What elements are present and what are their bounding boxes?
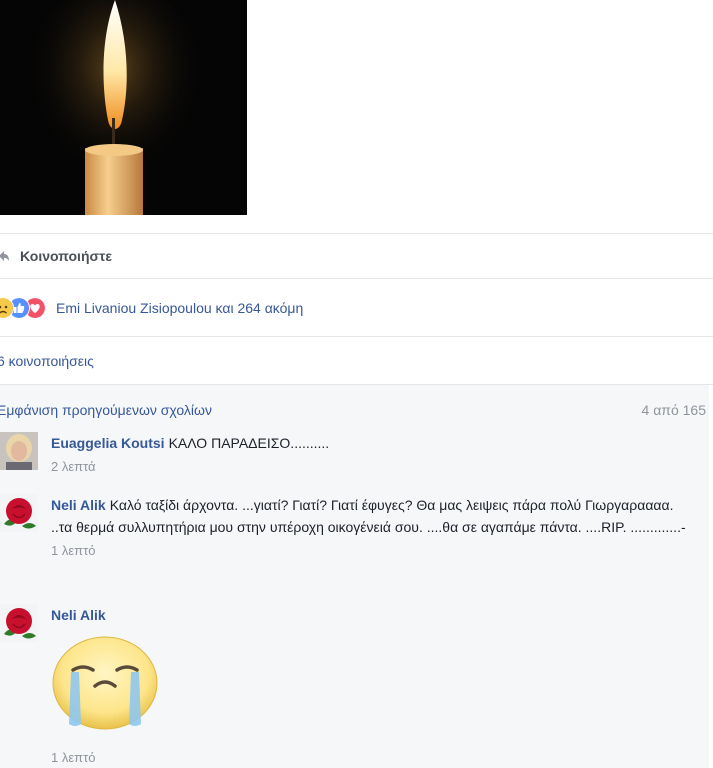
avatar[interactable] (0, 604, 38, 642)
crying-face-sticker[interactable] (51, 636, 159, 730)
comment-timestamp[interactable]: 1 λεπτό (51, 541, 689, 561)
divider (0, 336, 713, 337)
comment-author-link[interactable]: Neli Alik (51, 497, 106, 513)
rose-avatar-icon (0, 494, 38, 532)
share-button[interactable]: Κοινοποιήστε (0, 234, 709, 278)
avatar[interactable] (0, 494, 38, 532)
comment-timestamp[interactable]: 1 λεπτό (51, 748, 689, 768)
candle-icon (0, 0, 247, 215)
reactions-names-link[interactable]: Emi Livaniou Zisiopoulou και 264 ακόμη (56, 300, 303, 316)
comment-text: ΚΑΛΟ ΠΑΡΑΔΕΙΣΟ.......... (168, 435, 330, 451)
comments-count: 4 από 165 (641, 402, 706, 418)
comment-timestamp[interactable]: 2 λεπτά (51, 457, 689, 477)
shares-count-text: 6 κοινοποιήσεις (0, 352, 94, 369)
share-label: Κοινοποιήστε (20, 248, 112, 264)
post-image-candle[interactable] (0, 0, 247, 215)
profile-photo-icon (0, 432, 38, 470)
comment-author-link[interactable]: Euaggelia Koutsi (51, 435, 165, 451)
share-arrow-icon (0, 251, 9, 261)
shares-count-link[interactable]: 6 κοινοποιήσεις (0, 337, 94, 384)
reactions-summary[interactable]: Emi Livaniou Zisiopoulou και 264 ακόμη (0, 279, 709, 336)
reaction-icons (0, 296, 56, 319)
comment-author-link[interactable]: Neli Alik (51, 607, 106, 623)
avatar[interactable] (0, 432, 38, 470)
comment-text: Καλό ταξίδι άρχοντα. ...γιατί? Γιατί? Γι… (51, 497, 686, 535)
rose-avatar-icon (0, 604, 38, 642)
view-previous-comments-link[interactable]: Εμφάνιση προηγούμενων σχολίων (0, 402, 212, 418)
previous-comments-row: Εμφάνιση προηγούμενων σχολίων 4 από 165 (0, 402, 709, 418)
